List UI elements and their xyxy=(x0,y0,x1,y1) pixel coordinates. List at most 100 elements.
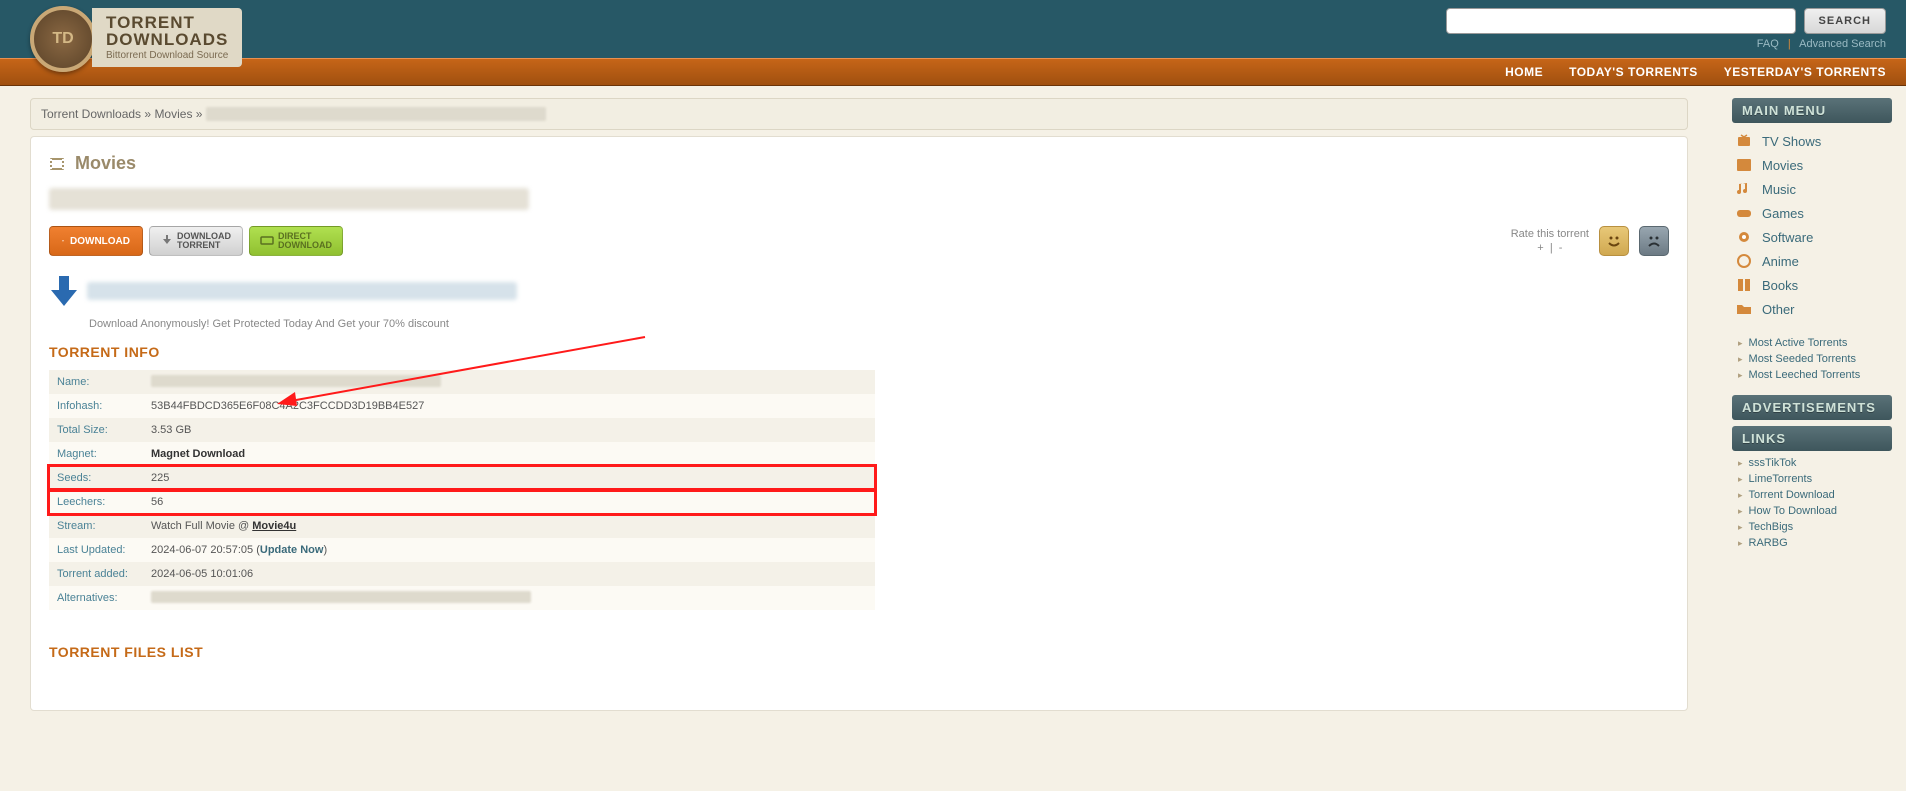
extlink-ssstiktok[interactable]: sssTikTok xyxy=(1732,455,1892,471)
rate-minus[interactable]: - xyxy=(1559,242,1563,254)
search-input[interactable] xyxy=(1446,8,1796,34)
rate-bad-button[interactable] xyxy=(1639,226,1669,256)
info-label-hash: Infohash: xyxy=(49,394,143,418)
download-arrow-icon xyxy=(161,235,173,247)
main-column: Torrent Downloads » Movies » Movies DOWN… xyxy=(30,98,1688,711)
rate-sep: | xyxy=(1550,242,1553,254)
sidebar-item-games[interactable]: Games xyxy=(1732,201,1892,225)
logo-badge-icon: TD xyxy=(30,6,96,72)
sidebar-label: Music xyxy=(1762,182,1796,197)
sidebar-item-books[interactable]: Books xyxy=(1732,273,1892,297)
sidebar-label: Software xyxy=(1762,230,1813,245)
sublink-most-active[interactable]: Most Active Torrents xyxy=(1732,335,1892,351)
category-heading-text: Movies xyxy=(75,153,136,174)
info-label-name: Name: xyxy=(49,370,143,394)
sidebar-item-music[interactable]: Music xyxy=(1732,177,1892,201)
nav-bar: HOME TODAY'S TORRENTS YESTERDAY'S TORREN… xyxy=(0,58,1906,86)
big-download-arrow-icon xyxy=(49,274,79,308)
advanced-search-link[interactable]: Advanced Search xyxy=(1799,38,1886,50)
extlink-label: RARBG xyxy=(1749,537,1788,549)
top-header: TD TORRENT DOWNLOADS Bittorrent Download… xyxy=(0,0,1906,58)
logo-subtitle: Bittorrent Download Source xyxy=(106,50,228,61)
monitor-icon xyxy=(260,236,274,246)
breadcrumb-title-redacted xyxy=(206,107,546,121)
magnet-download-link[interactable]: Magnet Download xyxy=(151,448,245,460)
info-updated-value: 2024-06-07 20:57:05 ( xyxy=(151,544,260,556)
extlink-limetorrents[interactable]: LimeTorrents xyxy=(1732,471,1892,487)
nav-today[interactable]: TODAY'S TORRENTS xyxy=(1569,65,1698,79)
download-button-label: DOWNLOAD xyxy=(70,236,130,247)
sidebar-ext-links: sssTikTok LimeTorrents Torrent Download … xyxy=(1732,451,1892,563)
rate-area: Rate this torrent + | - xyxy=(1511,226,1669,256)
content-card: Movies DOWNLOAD DOWNLOAD TORRENT xyxy=(30,136,1688,711)
info-label-size: Total Size: xyxy=(49,418,143,442)
torrent-title-redacted xyxy=(49,188,529,210)
info-value-seeds: 225 xyxy=(143,466,875,490)
download-torrent-button[interactable]: DOWNLOAD TORRENT xyxy=(149,226,243,256)
logo[interactable]: TD TORRENT DOWNLOADS Bittorrent Download… xyxy=(30,0,242,62)
info-label-seeds: Seeds: xyxy=(49,466,143,490)
info-label-added: Torrent added: xyxy=(49,562,143,586)
info-label-updated: Last Updated: xyxy=(49,538,143,562)
torrent-info-title: TORRENT INFO xyxy=(49,344,1669,360)
info-alt-redacted xyxy=(151,591,531,603)
sidebar-category-list: TV Shows Movies Music Games Software Ani… xyxy=(1732,123,1892,331)
info-label-alt: Alternatives: xyxy=(49,586,143,610)
rate-plus[interactable]: + xyxy=(1537,242,1543,254)
nav-yesterday[interactable]: YESTERDAY'S TORRENTS xyxy=(1724,65,1886,79)
globe-icon xyxy=(1736,253,1752,269)
music-icon xyxy=(1736,181,1752,197)
link-separator: | xyxy=(1788,38,1791,50)
breadcrumb-cat[interactable]: Movies xyxy=(154,107,192,121)
logo-text: TORRENT DOWNLOADS Bittorrent Download So… xyxy=(92,8,242,67)
info-name-redacted xyxy=(151,375,441,387)
sidebar-item-other[interactable]: Other xyxy=(1732,297,1892,321)
extlink-rarbg[interactable]: RARBG xyxy=(1732,535,1892,551)
extlink-label: LimeTorrents xyxy=(1749,473,1813,485)
frown-icon xyxy=(1645,232,1663,250)
sidebar-label: Movies xyxy=(1762,158,1803,173)
sublink-label: Most Active Torrents xyxy=(1749,337,1848,349)
anon-link-redacted[interactable] xyxy=(87,282,517,300)
direct-download-button[interactable]: DIRECT DOWNLOAD xyxy=(249,226,343,256)
rate-good-button[interactable] xyxy=(1599,226,1629,256)
tv-icon xyxy=(1736,133,1752,149)
download-button[interactable]: DOWNLOAD xyxy=(49,226,143,256)
sublink-most-leeched[interactable]: Most Leeched Torrents xyxy=(1732,367,1892,383)
gear-icon xyxy=(1736,229,1752,245)
extlink-techbigs[interactable]: TechBigs xyxy=(1732,519,1892,535)
update-now-link[interactable]: Update Now xyxy=(260,544,324,556)
nav-home[interactable]: HOME xyxy=(1505,65,1543,79)
sublink-label: Most Seeded Torrents xyxy=(1749,353,1856,365)
anonymous-download-row xyxy=(49,274,1669,308)
search-button[interactable]: SEARCH xyxy=(1804,8,1886,34)
extlink-how-to-download[interactable]: How To Download xyxy=(1732,503,1892,519)
extlink-torrent-download[interactable]: Torrent Download xyxy=(1732,487,1892,503)
sidebar-item-movies[interactable]: Movies xyxy=(1732,153,1892,177)
sidebar-item-tv-shows[interactable]: TV Shows xyxy=(1732,129,1892,153)
info-value-added: 2024-06-05 10:01:06 xyxy=(143,562,875,586)
faq-link[interactable]: FAQ xyxy=(1757,38,1779,50)
info-row-name: Name: xyxy=(49,370,875,394)
info-stream-prefix: Watch Full Movie @ xyxy=(151,520,252,532)
stream-link[interactable]: Movie4u xyxy=(252,520,296,532)
breadcrumb-sep: » xyxy=(144,107,151,121)
dl-torrent-label-2: TORRENT xyxy=(177,241,231,250)
download-arrow-icon xyxy=(62,235,64,247)
sidebar-item-software[interactable]: Software xyxy=(1732,225,1892,249)
sublink-most-seeded[interactable]: Most Seeded Torrents xyxy=(1732,351,1892,367)
info-row-stream: Stream: Watch Full Movie @ Movie4u xyxy=(49,514,875,538)
sidebar-item-anime[interactable]: Anime xyxy=(1732,249,1892,273)
sublink-label: Most Leeched Torrents xyxy=(1749,369,1861,381)
sidebar-label: Books xyxy=(1762,278,1798,293)
info-row-hash: Infohash: 53B44FBDCD365E6F08C4A2C3FCCDD3… xyxy=(49,394,875,418)
sidebar-label: TV Shows xyxy=(1762,134,1821,149)
extlink-label: How To Download xyxy=(1749,505,1837,517)
info-row-seeds: Seeds: 225 xyxy=(49,466,875,490)
info-row-magnet: Magnet: Magnet Download xyxy=(49,442,875,466)
film-icon xyxy=(1736,157,1752,173)
breadcrumb-root[interactable]: Torrent Downloads xyxy=(41,107,141,121)
button-row: DOWNLOAD DOWNLOAD TORRENT xyxy=(49,226,1669,256)
sidebar-label: Games xyxy=(1762,206,1804,221)
anon-subtext: Download Anonymously! Get Protected Toda… xyxy=(89,318,1669,330)
